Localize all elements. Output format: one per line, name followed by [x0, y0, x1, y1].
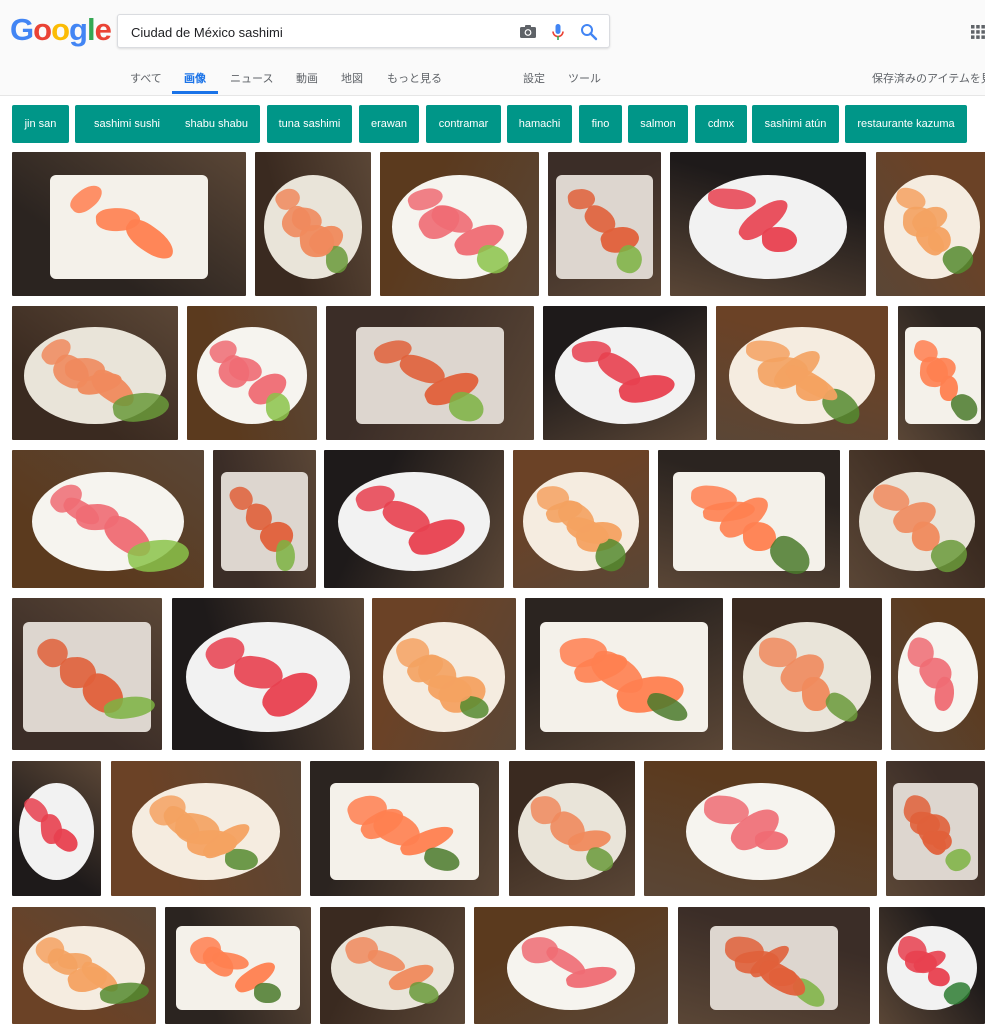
- chip-sashimi-atun[interactable]: sashimi atún: [752, 105, 839, 143]
- search-header: Google すべて 画像 ニュース 動画 地図 もっと見る: [0, 0, 985, 96]
- camera-icon[interactable]: [518, 22, 538, 42]
- image-result-thumbnail[interactable]: [509, 761, 635, 896]
- fish-slice: [761, 226, 797, 253]
- search-input[interactable]: [129, 21, 503, 43]
- tab-news[interactable]: ニュース: [230, 70, 273, 94]
- image-result-thumbnail[interactable]: [213, 450, 316, 588]
- image-result-thumbnail[interactable]: [380, 152, 539, 296]
- chip-salmon[interactable]: salmon: [628, 105, 688, 143]
- logo-letter: g: [69, 12, 88, 47]
- image-result-thumbnail[interactable]: [12, 450, 204, 588]
- image-result-thumbnail[interactable]: [12, 306, 178, 440]
- saved-items-link[interactable]: 保存済みのアイテムを見る: [872, 70, 985, 94]
- image-result-thumbnail[interactable]: [543, 306, 707, 440]
- chip-jin-san[interactable]: jin san: [12, 105, 69, 143]
- search-icon[interactable]: [579, 22, 599, 42]
- image-result-thumbnail[interactable]: [898, 306, 985, 440]
- apps-grid-icon[interactable]: [971, 25, 985, 39]
- image-result-thumbnail[interactable]: [255, 152, 371, 296]
- image-result-thumbnail[interactable]: [886, 761, 985, 896]
- image-result-thumbnail[interactable]: [372, 598, 516, 750]
- image-result-thumbnail[interactable]: [310, 761, 499, 896]
- image-result-thumbnail[interactable]: [326, 306, 534, 440]
- tab-all[interactable]: すべて: [130, 70, 162, 94]
- image-result-thumbnail[interactable]: [732, 598, 882, 750]
- logo-letter: e: [94, 12, 112, 47]
- image-result-thumbnail[interactable]: [12, 907, 156, 1024]
- image-result-thumbnail[interactable]: [513, 450, 649, 588]
- logo-letter: G: [10, 12, 34, 47]
- image-result-thumbnail[interactable]: [12, 152, 246, 296]
- image-result-thumbnail[interactable]: [525, 598, 723, 750]
- image-result-thumbnail[interactable]: [187, 306, 317, 440]
- image-result-thumbnail[interactable]: [849, 450, 985, 588]
- image-result-thumbnail[interactable]: [324, 450, 504, 588]
- chip-tuna-sashimi[interactable]: tuna sashimi: [267, 105, 352, 143]
- image-result-thumbnail[interactable]: [474, 907, 668, 1024]
- settings-link[interactable]: 設定: [523, 70, 545, 94]
- chip-restaurante-kazuma[interactable]: restaurante kazuma: [845, 105, 967, 143]
- image-result-thumbnail[interactable]: [111, 761, 301, 896]
- image-result-thumbnail[interactable]: [12, 761, 101, 896]
- image-result-thumbnail[interactable]: [716, 306, 888, 440]
- image-result-thumbnail[interactable]: [320, 907, 465, 1024]
- google-logo[interactable]: Google: [10, 12, 112, 48]
- tab-more[interactable]: もっと見る: [387, 70, 442, 94]
- image-result-thumbnail[interactable]: [172, 598, 364, 750]
- tools-link[interactable]: ツール: [568, 70, 601, 94]
- image-result-thumbnail[interactable]: [658, 450, 840, 588]
- image-result-thumbnail[interactable]: [879, 907, 985, 1024]
- mic-icon[interactable]: [548, 22, 568, 42]
- chip-cdmx[interactable]: cdmx: [695, 105, 747, 143]
- image-result-thumbnail[interactable]: [644, 761, 877, 896]
- chip-contramar[interactable]: contramar: [426, 105, 501, 143]
- image-result-thumbnail[interactable]: [891, 598, 985, 750]
- image-result-thumbnail[interactable]: [12, 598, 162, 750]
- chip-erawan[interactable]: erawan: [359, 105, 419, 143]
- image-result-thumbnail[interactable]: [678, 907, 870, 1024]
- logo-letter: o: [33, 12, 52, 47]
- chip-sashimi-sushi[interactable]: sashimi sushi: [75, 105, 179, 143]
- fish-slice: [754, 830, 788, 851]
- image-result-thumbnail[interactable]: [548, 152, 661, 296]
- chip-fino[interactable]: fino: [579, 105, 622, 143]
- chip-shabu-shabu[interactable]: shabu shabu: [173, 105, 260, 143]
- logo-letter: l: [86, 12, 96, 47]
- logo-letter: o: [51, 12, 70, 47]
- chip-hamachi[interactable]: hamachi: [507, 105, 572, 143]
- tab-images[interactable]: 画像: [172, 70, 218, 94]
- search-box[interactable]: [117, 14, 610, 48]
- image-result-thumbnail[interactable]: [165, 907, 311, 1024]
- tab-maps[interactable]: 地図: [341, 70, 363, 94]
- tab-videos[interactable]: 動画: [296, 70, 318, 94]
- image-result-thumbnail[interactable]: [876, 152, 985, 296]
- image-result-thumbnail[interactable]: [670, 152, 866, 296]
